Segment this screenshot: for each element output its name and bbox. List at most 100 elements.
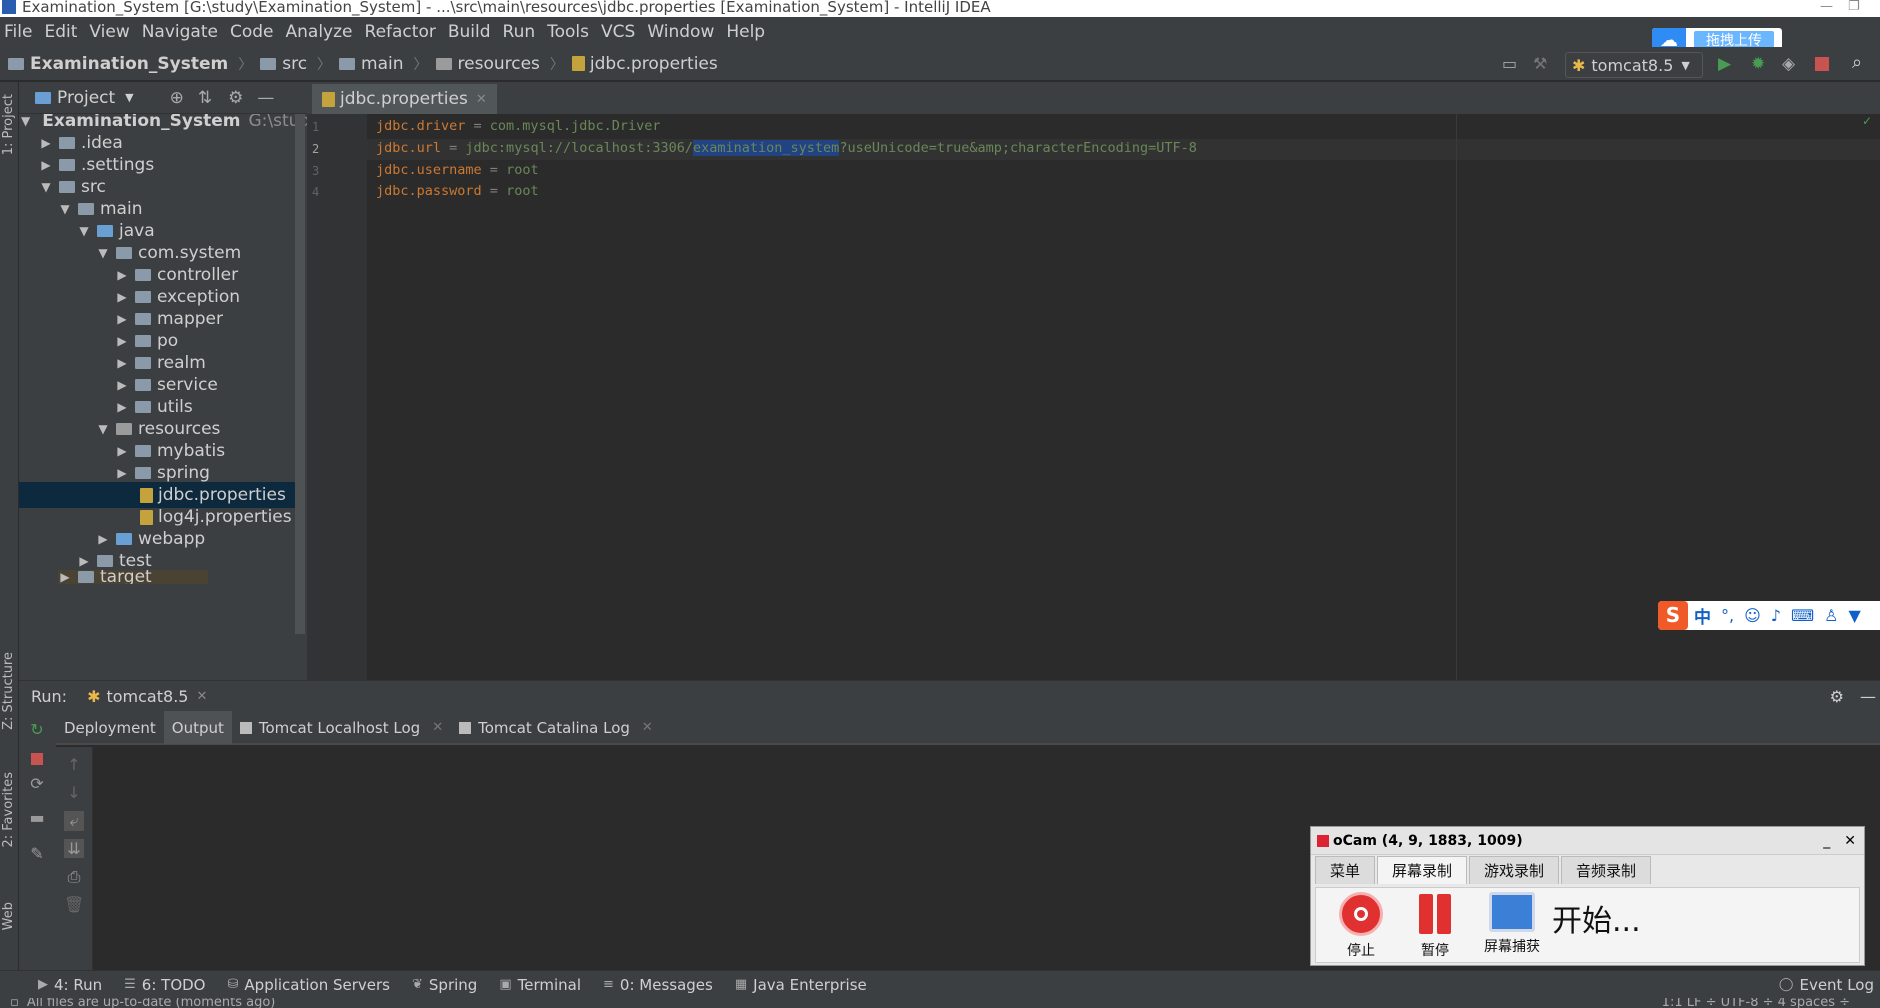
project-tool-tab[interactable]: 1: Project [1,94,16,155]
scroll-down-icon[interactable]: ↓ [64,783,84,802]
menu-build[interactable]: Build [448,22,491,42]
breadcrumb-main[interactable]: main 〉 [339,54,428,74]
code-line[interactable]: jdbc.username = root [376,162,539,178]
tab-tomcat-localhost-log[interactable]: Tomcat Localhost Log ✕ [232,711,451,744]
collapsed-arrow-icon[interactable]: ▶ [115,312,129,326]
collapsed-arrow-icon[interactable]: ▶ [115,400,129,414]
soft-wrap-icon[interactable]: ⤶ [64,811,84,831]
tree-node-target[interactable]: ▶ target [58,570,208,584]
tool-application-servers[interactable]: ⛁ Application Servers [228,976,391,994]
code-line[interactable]: jdbc.url = jdbc:mysql://localhost:3306/e… [376,140,1197,156]
debug-icon[interactable]: ✹ [1751,54,1765,74]
menu-tools[interactable]: Tools [547,22,589,42]
run-config-selector[interactable]: ✱ tomcat8.5 ▼ [1565,52,1703,78]
project-structure-icon[interactable]: ▭ [1502,54,1517,73]
menu-vcs[interactable]: VCS [601,22,635,42]
run-tab-tomcat[interactable]: tomcat8.5 [106,687,188,706]
collapsed-arrow-icon[interactable]: ▶ [115,444,129,458]
close-tab-icon[interactable]: ✕ [642,720,653,735]
menu-refactor[interactable]: Refactor [365,22,436,42]
collapsed-arrow-icon[interactable]: ▶ [96,532,110,546]
ime-punctuation[interactable]: °, [1721,606,1734,625]
menu-run[interactable]: Run [503,22,536,42]
expanded-arrow-icon[interactable]: ▼ [96,246,110,260]
build-hammer-icon[interactable]: ⚒ [1533,54,1547,73]
print-icon[interactable]: ⎙ [64,867,84,887]
minimize-icon[interactable]: _ [1823,833,1830,849]
ocam-capture-button[interactable]: 屏幕捕获 [1472,892,1552,956]
update-app-icon[interactable]: ⟳ [27,774,47,793]
collapsed-arrow-icon[interactable]: ▶ [115,378,129,392]
close-icon[interactable]: ✕ [1844,833,1856,849]
menu-analyze[interactable]: Analyze [286,22,353,42]
tab-tomcat-catalina-log[interactable]: Tomcat Catalina Log ✕ [451,711,661,744]
collapse-all-icon[interactable]: ⇅ [198,88,212,108]
expanded-arrow-icon[interactable]: ▼ [39,180,53,194]
ocam-tab-screen-record[interactable]: 屏幕录制 [1377,856,1468,884]
tool-java-enterprise[interactable]: ▦ Java Enterprise [735,976,867,994]
menu-navigate[interactable]: Navigate [142,22,218,42]
ocam-tab-audio-record[interactable]: 音频录制 [1561,856,1652,884]
favorites-tool-tab[interactable]: 2: Favorites [1,772,16,848]
scroll-up-icon[interactable]: ↑ [64,755,84,774]
expanded-arrow-icon[interactable]: ▼ [58,202,72,216]
menu-file[interactable]: File [4,22,32,42]
tool-messages[interactable]: ≡ 0: Messages [603,976,713,994]
breadcrumb-file[interactable]: jdbc.properties [571,54,718,74]
collapsed-arrow-icon[interactable]: ▶ [77,554,91,568]
stop-icon[interactable] [31,753,43,765]
chevron-down-icon[interactable]: ▼ [125,91,133,104]
rerun-icon[interactable]: ↻ [27,720,47,739]
project-view-selector[interactable]: Project [57,88,115,108]
collapsed-arrow-icon[interactable]: ▶ [39,158,53,172]
collapsed-arrow-icon[interactable]: ▶ [39,136,53,150]
menu-view[interactable]: View [89,22,129,42]
ime-skin-icon[interactable]: ▼ [1848,606,1860,625]
ocam-stop-button[interactable]: 停止 [1326,892,1396,960]
expanded-arrow-icon[interactable]: ▼ [77,224,91,238]
structure-tool-tab[interactable]: Z: Structure [1,652,16,730]
status-right-info[interactable]: 1:1 LF ÷ UTF-8 ÷ 4 spaces ÷ [1662,998,1850,1008]
settings-gear-icon[interactable]: ⚙ [1830,687,1844,706]
collapsed-arrow-icon[interactable]: ▶ [115,356,129,370]
menu-code[interactable]: Code [230,22,274,42]
menu-window[interactable]: Window [647,22,714,42]
hide-panel-icon[interactable]: — [1860,687,1876,706]
tool-event-log[interactable]: ◯ Event Log [1779,976,1874,994]
breadcrumb-project[interactable]: Examination_System 〉 [8,54,252,74]
inspection-ok-icon[interactable]: ✓ [1862,114,1872,128]
editor-tab-jdbc-properties[interactable]: jdbc.properties ✕ [312,84,497,114]
breadcrumb-resources[interactable]: resources 〉 [435,54,564,74]
stop-icon[interactable] [1815,57,1829,71]
scroll-to-end-icon[interactable]: ⇊ [64,839,84,858]
ime-keyboard-icon[interactable]: ⌨ [1791,606,1814,625]
ocam-tab-game-record[interactable]: 游戏录制 [1469,856,1560,884]
collapsed-arrow-icon[interactable]: ▶ [58,570,72,584]
ocam-tab-menu[interactable]: 菜单 [1315,856,1376,884]
clear-icon[interactable]: 🗑 [64,895,84,914]
breadcrumb-src[interactable]: src 〉 [260,54,331,74]
collapsed-arrow-icon[interactable]: ▶ [115,290,129,304]
layout-icon[interactable]: ▬ [27,808,47,827]
ime-user-icon[interactable]: ♙ [1824,606,1838,625]
tab-deployment[interactable]: Deployment [56,711,164,744]
pin-icon[interactable]: ✎ [27,844,47,863]
tool-run[interactable]: ▶ 4: Run [38,976,102,994]
tool-terminal[interactable]: ▣ Terminal [499,976,581,994]
settings-gear-icon[interactable]: ⚙ [228,88,243,108]
ime-emoji-icon[interactable]: ☺ [1744,606,1761,625]
locate-file-icon[interactable]: ⊕ [170,88,184,108]
run-icon[interactable]: ▶ [1718,54,1731,74]
ime-mic-icon[interactable]: ♪ [1771,606,1781,625]
collapsed-arrow-icon[interactable]: ▶ [115,466,129,480]
expanded-arrow-icon[interactable]: ▼ [21,114,30,128]
close-tab-icon[interactable]: ✕ [432,720,443,735]
tab-output[interactable]: Output [163,711,232,744]
ocam-pause-button[interactable]: 暂停 [1400,892,1470,960]
hide-panel-icon[interactable]: — [257,88,274,108]
tool-spring[interactable]: ❦ Spring [412,976,477,994]
collapsed-arrow-icon[interactable]: ▶ [115,334,129,348]
status-toggle-icon[interactable]: ▫ [10,998,19,1008]
code-line[interactable]: jdbc.password = root [376,183,539,199]
ime-toolbar[interactable]: S 中 °, ☺ ♪ ⌨ ♙ ▼ [1658,601,1880,630]
